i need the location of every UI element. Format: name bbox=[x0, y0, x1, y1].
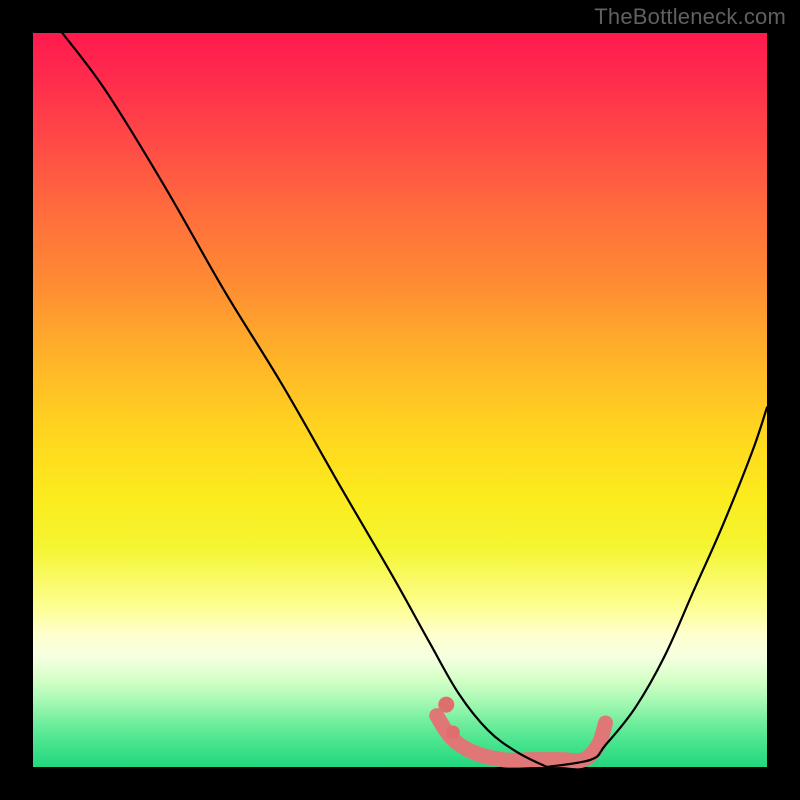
highlight-band bbox=[437, 697, 606, 761]
curve-left bbox=[62, 33, 546, 767]
chart-plot-area bbox=[33, 33, 767, 767]
watermark-text: TheBottleneck.com bbox=[594, 4, 786, 30]
curve-right bbox=[547, 407, 767, 767]
chart-svg bbox=[33, 33, 767, 767]
